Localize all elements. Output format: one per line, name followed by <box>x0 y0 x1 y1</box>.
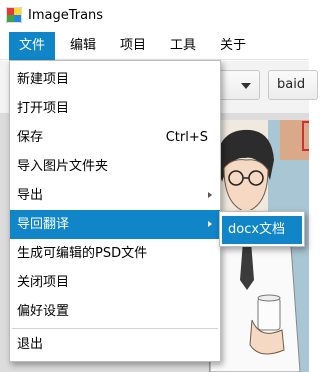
chevron-right-icon <box>208 192 212 198</box>
menu-item-new-project[interactable]: 新建项目 <box>10 65 220 94</box>
menu-item-save[interactable]: 保存 Ctrl+S <box>10 123 220 152</box>
menu-item-preferences[interactable]: 偏好设置 <box>10 297 220 326</box>
menu-edit[interactable]: 编辑 <box>62 32 104 60</box>
menu-tools[interactable]: 工具 <box>162 32 204 60</box>
menu-file[interactable]: 文件 <box>9 32 55 60</box>
menubar: 文件 编辑 项目 工具 关于 <box>0 32 309 60</box>
menu-item-open-project[interactable]: 打开项目 <box>10 94 220 123</box>
menu-project[interactable]: 项目 <box>112 32 154 60</box>
title-bar: ImageTrans <box>0 0 309 32</box>
menu-item-label: 打开项目 <box>17 101 70 116</box>
menu-item-label: 退出 <box>17 337 44 352</box>
file-menu-dropdown: 新建项目 打开项目 保存 Ctrl+S 导入图片文件夹 导出 导回翻译 生成可编… <box>9 60 221 362</box>
menu-item-label: 导入图片文件夹 <box>17 159 109 174</box>
menu-item-label: 新建项目 <box>17 72 70 87</box>
menu-item-export[interactable]: 导出 <box>10 181 220 210</box>
engine-combo[interactable]: baid <box>268 70 318 100</box>
menu-item-import-folder[interactable]: 导入图片文件夹 <box>10 152 220 181</box>
submenu-item-label: docx文档 <box>228 222 286 237</box>
menu-item-label: 关闭项目 <box>17 275 70 290</box>
menu-item-label: 导出 <box>17 188 44 203</box>
menu-item-close-project[interactable]: 关闭项目 <box>10 268 220 297</box>
menu-item-label: 生成可编辑的PSD文件 <box>17 246 148 261</box>
menu-item-label: 保存 <box>17 130 44 145</box>
menu-item-label: 偏好设置 <box>17 304 70 319</box>
menu-about[interactable]: 关于 <box>212 32 254 60</box>
menu-item-label: 导回翻译 <box>17 217 70 232</box>
menu-separator <box>12 328 218 329</box>
chevron-right-icon <box>208 221 212 227</box>
menu-item-exit[interactable]: 退出 <box>10 330 220 359</box>
engine-combo-value: baid <box>277 77 306 92</box>
window-title: ImageTrans <box>28 8 104 23</box>
menu-item-import-translation[interactable]: 导回翻译 <box>10 210 220 239</box>
menu-item-generate-psd[interactable]: 生成可编辑的PSD文件 <box>10 239 220 268</box>
app-logo-icon <box>6 7 22 23</box>
import-translation-submenu: docx文档 <box>219 211 305 247</box>
app-window: ImageTrans 文件 编辑 项目 工具 关于 baid 新建项目 打开项目… <box>0 0 318 372</box>
submenu-item-docx[interactable]: docx文档 <box>222 216 302 244</box>
menu-item-shortcut: Ctrl+S <box>165 130 208 145</box>
chevron-down-icon <box>241 83 251 89</box>
